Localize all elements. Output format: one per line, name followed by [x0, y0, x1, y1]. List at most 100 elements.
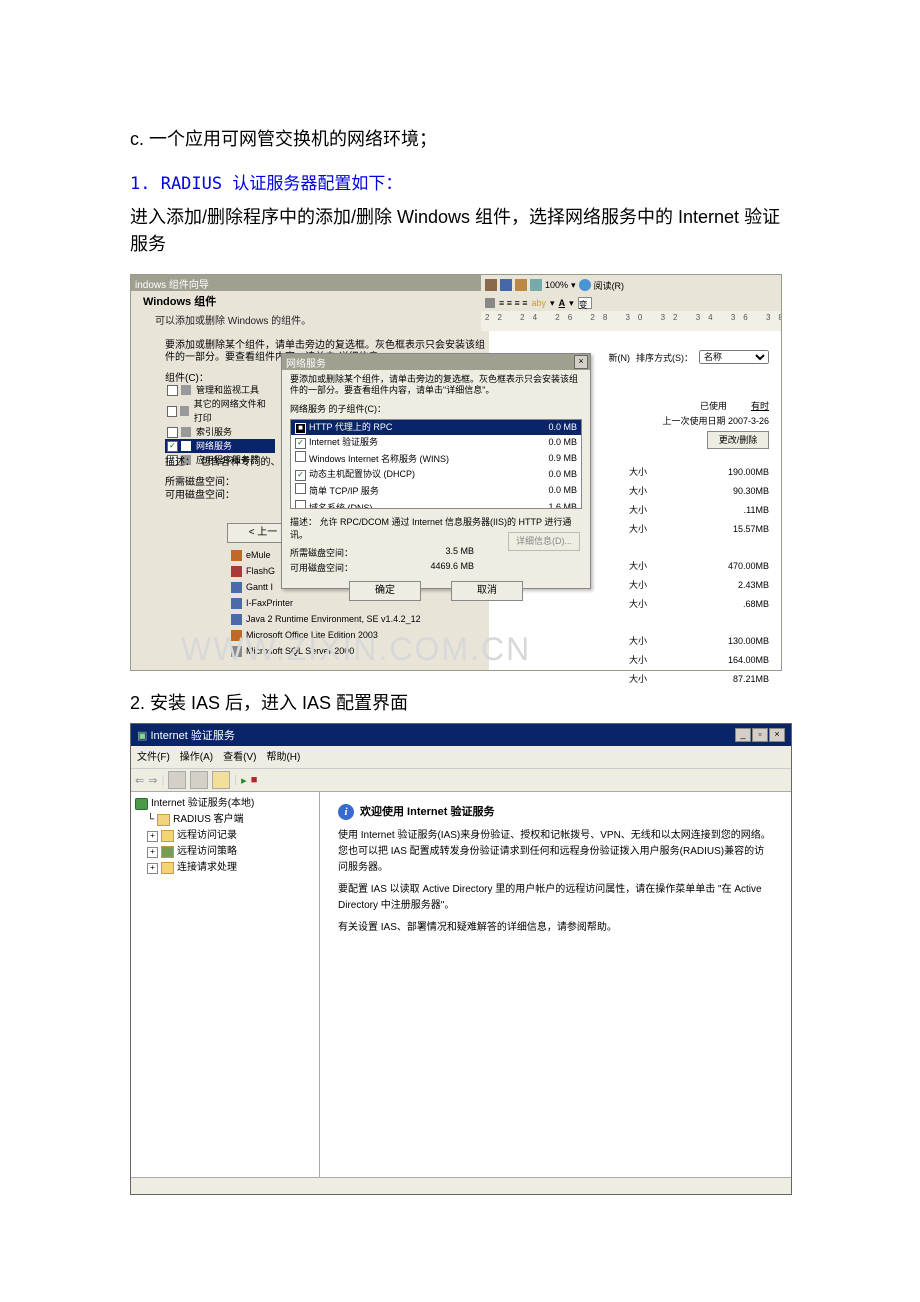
subcomponent-row[interactable]: ✓动态主机配置协议 (DHCP)0.0 MB — [291, 467, 581, 482]
program-row[interactable]: Microsoft SQL Server 2000 — [231, 643, 511, 659]
heading-1: 1. RADIUS 认证服务器配置如下： — [130, 169, 790, 194]
screenshot-wizard: indows 组件向导 × Windows 组件 可以添加或删除 Windows… — [130, 274, 782, 671]
checkbox-icon[interactable] — [295, 483, 306, 494]
heading-2: 2. 安装 IAS 后，进入 IAS 配置界面 — [130, 689, 790, 715]
stop-icon[interactable]: ■ — [251, 774, 258, 786]
program-row[interactable]: FlashG — [231, 563, 511, 579]
size-row: 大小15.57MB — [629, 520, 769, 539]
program-row[interactable]: Microsoft Office Lite Edition 2003 — [231, 627, 511, 643]
expand-icon[interactable]: + — [147, 847, 158, 858]
folder-icon — [161, 862, 174, 874]
word-toolbar-2[interactable]: ≡ ≡ ≡ ≡ aby▾ A▾ 变 — [481, 293, 781, 313]
subdialog-titlebar: 网络服务 × — [282, 354, 590, 370]
desc-label: 描述： 包含各种专门的、 — [165, 453, 281, 468]
server-icon — [135, 798, 148, 810]
detail-button: 详细信息(D)... — [508, 532, 580, 551]
size-row: 大小130.00MB — [629, 632, 769, 651]
restore-icon[interactable]: ▫ — [752, 728, 768, 742]
minimize-icon[interactable]: _ — [735, 728, 751, 742]
expand-icon[interactable]: + — [147, 863, 158, 874]
size-row: 大小164.00MB — [629, 651, 769, 670]
welcome-para: 有关设置 IAS、部署情况和疑难解答的详细信息，请参阅帮助。 — [338, 920, 773, 936]
size-row: 大小470.00MB — [629, 557, 769, 576]
folder-icon — [157, 814, 170, 826]
program-row[interactable]: I-FaxPrinter — [231, 595, 511, 611]
toolbar-icon[interactable] — [530, 279, 542, 291]
menu-file[interactable]: 文件(F) — [137, 748, 170, 766]
info-icon: i — [338, 804, 354, 820]
menu-action[interactable]: 操作(A) — [180, 748, 213, 766]
help-icon[interactable] — [579, 279, 591, 291]
expand-icon[interactable]: + — [147, 831, 158, 842]
subdialog-hint: 要添加或删除某个组件，请单击旁边的复选框。灰色框表示只会安装该组件的一部分。要查… — [282, 370, 590, 400]
size-row: 大小87.21MB — [629, 670, 769, 689]
wizard-title: Windows 组件 — [143, 293, 473, 309]
new-button[interactable]: 新(N) — [609, 351, 631, 364]
component-row-selected[interactable]: ✓网络服务 — [165, 439, 275, 453]
checkbox-icon[interactable]: ✓ — [167, 441, 178, 452]
size-row: 大小.11MB — [629, 501, 769, 520]
ias-main: i 欢迎使用 Internet 验证服务 使用 Internet 验证服务(IA… — [320, 792, 791, 1186]
welcome-para: 要配置 IAS 以读取 Active Directory 里的用户帐户的远程访问… — [338, 882, 773, 914]
component-row[interactable]: 索引服务 — [165, 425, 275, 439]
toolbar-icon[interactable] — [515, 279, 527, 291]
line-c: c. 一个应用可网管交换机的网络环境； — [130, 126, 790, 153]
subcomponent-row[interactable]: 域名系统 (DNS)1.6 MB — [291, 499, 581, 509]
toolbar-icon[interactable] — [485, 279, 497, 291]
subcomponent-row[interactable]: 简单 TCP/IP 服务0.0 MB — [291, 482, 581, 499]
checkbox-icon[interactable] — [295, 500, 306, 509]
ias-tree[interactable]: Internet 验证服务(本地) └RADIUS 客户端 +远程访问记录 +远… — [131, 792, 320, 1186]
book-icon — [161, 846, 174, 858]
ias-toolbar[interactable]: ⇐ ⇒ | | ▸ ■ — [131, 769, 791, 792]
checkbox-icon[interactable] — [167, 427, 178, 438]
toolbar-icon[interactable] — [500, 279, 512, 291]
program-row[interactable]: Java 2 Runtime Environment, SE v1.4.2_12 — [231, 611, 511, 627]
program-row[interactable]: eMule — [231, 547, 511, 563]
tree-node[interactable]: +远程访问策略 — [135, 844, 315, 860]
subcomponents-list[interactable]: ■HTTP 代理上的 RPC0.0 MB ✓Internet 验证服务0.0 M… — [290, 419, 582, 509]
subcomponent-row[interactable]: ■HTTP 代理上的 RPC0.0 MB — [291, 420, 581, 435]
tree-node[interactable]: └RADIUS 客户端 — [135, 812, 315, 828]
checkbox-icon[interactable]: ✓ — [295, 438, 306, 449]
close-icon[interactable]: × — [769, 728, 785, 742]
sort-select[interactable]: 名称 — [699, 350, 769, 364]
components-label: 组件(C)： — [165, 369, 209, 384]
change-remove-button[interactable]: 更改/删除 — [707, 431, 769, 449]
component-row[interactable]: 管理和监视工具 — [165, 383, 275, 397]
checkbox-icon[interactable] — [295, 451, 306, 462]
subcomponent-row[interactable]: ✓Internet 验证服务0.0 MB — [291, 435, 581, 450]
ruler: 22 24 26 28 30 32 34 36 38 40 42 44 46 4… — [481, 311, 781, 331]
sort-label: 排序方式(S)： — [636, 351, 693, 364]
welcome-title: i 欢迎使用 Internet 验证服务 — [338, 804, 773, 820]
read-button[interactable]: 阅读(R) — [594, 279, 625, 292]
statusbar — [131, 1177, 791, 1194]
size-row: 大小90.30MB — [629, 482, 769, 501]
play-icon[interactable]: ▸ — [241, 774, 247, 787]
help-icon[interactable] — [212, 771, 230, 789]
ias-titlebar: ▣ Internet 验证服务 _ ▫ × — [131, 724, 791, 746]
checkbox-icon[interactable] — [167, 385, 178, 396]
tree-node[interactable]: +连接请求处理 — [135, 860, 315, 876]
subcomponents-label: 网络服务 的子组件(C)： — [282, 400, 590, 417]
component-row[interactable]: 其它的网络文件和打印 — [165, 397, 275, 425]
back-icon[interactable]: ⇐ — [135, 774, 144, 787]
close-icon[interactable]: × — [574, 355, 588, 369]
checkbox-icon[interactable]: ■ — [295, 423, 306, 434]
last-used: 上一次使用日期 2007-3-26 — [662, 414, 769, 427]
menu-help[interactable]: 帮助(H) — [266, 748, 300, 766]
subcomponent-row[interactable]: Windows Internet 名称服务 (WINS)0.9 MB — [291, 450, 581, 467]
menu-view[interactable]: 查看(V) — [223, 748, 256, 766]
tree-node[interactable]: +远程访问记录 — [135, 828, 315, 844]
toolbar-icon[interactable] — [190, 771, 208, 789]
toolbar-icon[interactable] — [168, 771, 186, 789]
checkbox-icon[interactable] — [167, 406, 177, 417]
size-row: 大小190.00MB — [629, 463, 769, 482]
screenshot-ias: ▣ Internet 验证服务 _ ▫ × 文件(F) 操作(A) 查看(V) … — [130, 723, 792, 1195]
sort-row: 新(N) 排序方式(S)： 名称 — [609, 350, 770, 364]
program-row[interactable]: Gantt I — [231, 579, 511, 595]
tree-root[interactable]: Internet 验证服务(本地) — [135, 796, 315, 812]
checkbox-icon[interactable]: ✓ — [295, 470, 306, 481]
ias-menu[interactable]: 文件(F) 操作(A) 查看(V) 帮助(H) — [131, 746, 791, 769]
forward-icon[interactable]: ⇒ — [148, 774, 157, 787]
zoom-value[interactable]: 100% — [545, 280, 568, 290]
